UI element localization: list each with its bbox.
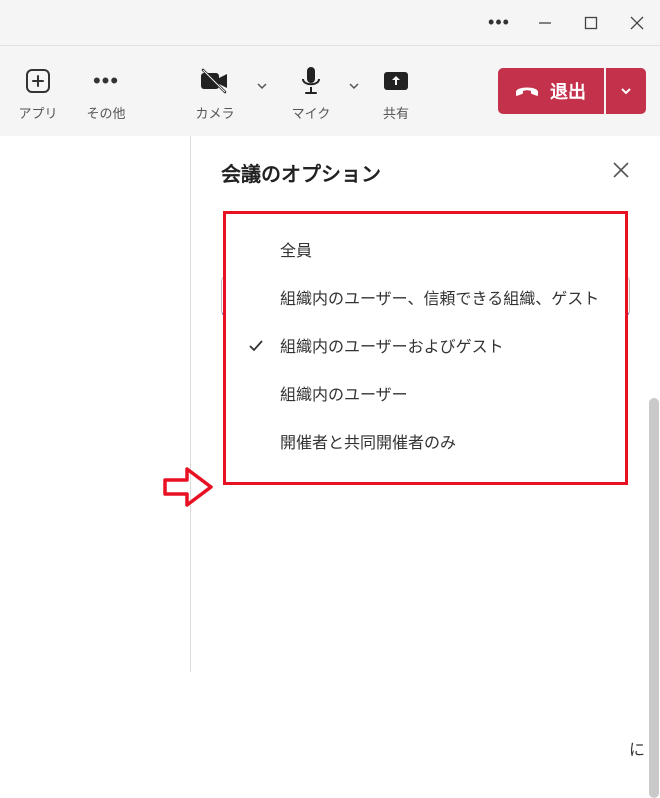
arrow-right-icon bbox=[163, 465, 215, 509]
close-icon bbox=[612, 161, 630, 179]
panel-header: 会議のオプション bbox=[191, 136, 660, 205]
more-icon: ••• bbox=[488, 12, 510, 33]
window-minimize-button[interactable] bbox=[522, 0, 568, 46]
panel-close-button[interactable] bbox=[612, 161, 630, 184]
dropdown-option-label: 組織内のユーザー bbox=[280, 387, 408, 404]
leave-button[interactable]: 退出 bbox=[498, 68, 604, 114]
lobby-bypass-dropdown: 全員 組織内のユーザー、信頼できる組織、ゲスト 組織内のユーザーおよびゲスト 組… bbox=[223, 211, 628, 485]
mic-chevron[interactable] bbox=[348, 79, 360, 97]
close-icon bbox=[630, 16, 644, 30]
chevron-down-icon bbox=[256, 80, 268, 92]
more-button[interactable]: ••• その他 bbox=[72, 51, 140, 131]
ellipsis-icon: ••• bbox=[93, 68, 119, 94]
maximize-icon bbox=[584, 16, 598, 30]
meeting-toolbar: アプリ ••• その他 カメラ マイク 共有 bbox=[0, 46, 660, 136]
chevron-down-icon bbox=[348, 80, 360, 92]
panel-title: 会議のオプション bbox=[221, 158, 612, 187]
dropdown-option[interactable]: 組織内のユーザー、信頼できる組織、ゲスト bbox=[226, 276, 625, 324]
camera-off-icon bbox=[199, 68, 231, 94]
dropdown-option-selected[interactable]: 組織内のユーザーおよびゲスト bbox=[226, 324, 625, 372]
window-close-button[interactable] bbox=[614, 0, 660, 46]
dropdown-option-label: 開催者と共同開催者のみ bbox=[280, 435, 456, 452]
dropdown-option-label: 全員 bbox=[280, 243, 312, 260]
camera-button[interactable]: カメラ bbox=[170, 51, 260, 131]
camera-chevron[interactable] bbox=[256, 79, 268, 97]
share-screen-icon bbox=[382, 69, 410, 93]
dropdown-option[interactable]: 開催者と共同開催者のみ bbox=[226, 420, 625, 468]
trailing-text: に bbox=[629, 736, 645, 760]
annotation-arrow bbox=[163, 465, 215, 514]
titlebar-more-button[interactable]: ••• bbox=[476, 0, 522, 46]
dropdown-option[interactable]: 組織内のユーザー bbox=[226, 372, 625, 420]
plus-square-icon bbox=[25, 68, 51, 94]
camera-label: カメラ bbox=[195, 103, 234, 122]
dropdown-option[interactable]: 全員 bbox=[226, 228, 625, 276]
chevron-down-icon bbox=[619, 84, 633, 98]
scrollbar-thumb[interactable] bbox=[649, 398, 659, 798]
mic-label: マイク bbox=[292, 103, 331, 122]
dropdown-option-label: 組織内のユーザーおよびゲスト bbox=[280, 339, 504, 356]
check-icon bbox=[248, 338, 264, 362]
mic-button[interactable]: マイク bbox=[270, 51, 352, 131]
microphone-icon bbox=[300, 66, 322, 96]
left-pane bbox=[0, 136, 190, 672]
minimize-icon bbox=[538, 16, 552, 30]
apps-button[interactable]: アプリ bbox=[4, 51, 72, 131]
leave-chevron-button[interactable] bbox=[606, 68, 646, 114]
more-label: その他 bbox=[86, 103, 125, 122]
leave-label: 退出 bbox=[550, 78, 586, 104]
leave-group: 退出 bbox=[498, 68, 646, 114]
hangup-icon bbox=[514, 82, 540, 100]
share-button[interactable]: 共有 bbox=[362, 51, 430, 131]
window-titlebar: ••• bbox=[0, 0, 660, 46]
apps-label: アプリ bbox=[18, 103, 57, 122]
share-label: 共有 bbox=[383, 103, 409, 122]
dropdown-option-label: 組織内のユーザー、信頼できる組織、ゲスト bbox=[280, 291, 599, 308]
window-maximize-button[interactable] bbox=[568, 0, 614, 46]
